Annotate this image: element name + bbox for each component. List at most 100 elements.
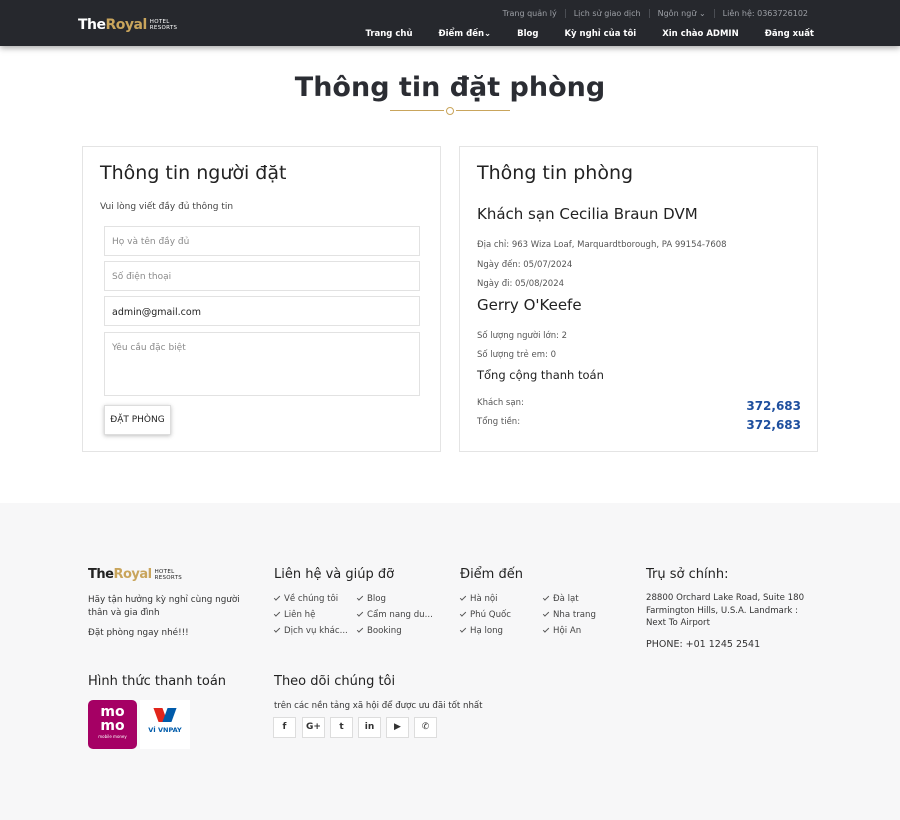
logo-subtitle: HOTEL RESORTS xyxy=(150,19,178,31)
help-link-booking-label: Booking xyxy=(367,626,402,636)
logo-royal: Royal xyxy=(105,17,148,33)
check-icon xyxy=(273,594,281,601)
check-icon xyxy=(542,610,550,617)
check-icon xyxy=(356,610,364,617)
checkin-date: Ngày đến: 05/07/2024 xyxy=(477,260,573,270)
follow-subtitle: trên các nền tảng xã hội để được ưu đãi … xyxy=(274,701,483,711)
main-nav: Trang chủ Điểm đến⌄ Blog Kỳ nghỉ của tôi… xyxy=(339,29,814,39)
topbar-admin-link[interactable]: Trang quản lý xyxy=(495,9,565,18)
check-icon xyxy=(459,594,467,601)
twitter-icon[interactable]: t xyxy=(330,717,353,738)
help-link-guide[interactable]: Cẩm nang du... xyxy=(356,610,433,620)
momo-logo[interactable]: mo mo mobile money xyxy=(88,700,137,749)
room-info-title: Thông tin phòng xyxy=(477,162,634,184)
email-input[interactable]: admin@gmail.com xyxy=(104,296,420,326)
dest-link-hanoi-label: Hà nội xyxy=(470,594,498,604)
help-link-about[interactable]: Về chúng tôi xyxy=(273,594,339,604)
special-request-textarea[interactable]: Yêu cầu đặc biệt xyxy=(104,332,420,396)
nav-my-trips[interactable]: Kỳ nghỉ của tôi xyxy=(564,29,636,39)
help-title: Liên hệ và giúp đỡ xyxy=(274,567,395,582)
help-link-contact[interactable]: Liên hệ xyxy=(273,610,316,620)
adults-count: Số lượng người lớn: 2 xyxy=(477,331,568,341)
linkedin-icon[interactable]: in xyxy=(358,717,381,738)
phone-input[interactable]: Số điện thoại xyxy=(104,261,420,291)
google-plus-icon[interactable]: G+ xyxy=(302,717,325,738)
total-price-label: Tổng tiền: xyxy=(477,417,521,427)
site-logo[interactable]: The Royal HOTEL RESORTS xyxy=(78,17,177,33)
check-icon xyxy=(542,594,550,601)
help-link-services[interactable]: Dịch vụ khác... xyxy=(273,626,348,636)
footer-cta: Đặt phòng ngay nhé!!! xyxy=(88,628,189,638)
vnpay-logo[interactable]: VÍ VNPAY xyxy=(140,700,190,749)
help-link-booking[interactable]: Booking xyxy=(356,626,402,636)
payment-summary-title: Tổng cộng thanh toán xyxy=(477,368,604,382)
hotel-price-amount: 372,683 xyxy=(746,399,801,413)
help-link-contact-label: Liên hệ xyxy=(284,610,316,620)
check-icon xyxy=(356,626,364,633)
title-divider-line-right xyxy=(456,110,510,111)
facebook-icon[interactable]: f xyxy=(273,717,296,738)
youtube-icon[interactable]: ▶ xyxy=(386,717,409,738)
title-divider xyxy=(390,106,510,116)
check-icon xyxy=(459,610,467,617)
footer-logo-subtitle: HOTEL RESORTS xyxy=(155,569,183,581)
dest-link-phuquoc-label: Phú Quốc xyxy=(470,610,512,620)
help-link-blog[interactable]: Blog xyxy=(356,594,386,604)
check-icon xyxy=(459,626,467,633)
momo-logo-sub: mobile money xyxy=(98,734,127,739)
book-room-button[interactable]: ĐẶT PHÒNG xyxy=(104,405,171,435)
title-divider-circle xyxy=(446,107,454,115)
fullname-input[interactable]: Họ và tên đầy đủ xyxy=(104,226,420,256)
headquarters-title: Trụ sở chính: xyxy=(646,567,729,582)
momo-logo-line1: mo xyxy=(100,704,125,720)
nav-home[interactable]: Trang chủ xyxy=(365,29,412,39)
booker-info-card: Thông tin người đặt Vui lòng viết đầy đủ… xyxy=(82,146,441,452)
vnpay-label: VÍ VNPAY xyxy=(148,726,182,734)
topbar-language-dropdown[interactable]: Ngôn ngữ ⌄ xyxy=(648,9,714,18)
topbar-contact-phone[interactable]: Liên hệ: 0363726102 xyxy=(713,9,816,18)
nav-user-greeting[interactable]: Xin chào ADMIN xyxy=(662,29,738,39)
help-link-services-label: Dịch vụ khác... xyxy=(284,626,348,636)
help-link-blog-label: Blog xyxy=(367,594,386,604)
total-price-amount: 372,683 xyxy=(746,418,801,432)
hotel-address: Địa chỉ: 963 Wiza Loaf, Marquardtborough… xyxy=(477,240,727,250)
guest-name: Gerry O'Keefe xyxy=(477,296,582,314)
title-divider-line-left xyxy=(390,110,444,111)
footer-tagline: Hãy tận hưởng kỳ nghỉ cùng người thân và… xyxy=(88,595,240,618)
room-info-card: Thông tin phòng Khách sạn Cecilia Braun … xyxy=(459,146,818,452)
dest-link-phuquoc[interactable]: Phú Quốc xyxy=(459,610,512,620)
nav-logout[interactable]: Đăng xuất xyxy=(765,29,814,39)
help-link-about-label: Về chúng tôi xyxy=(284,594,339,604)
dest-link-dalat-label: Đà lạt xyxy=(553,594,579,604)
top-header: The Royal HOTEL RESORTS Trang quản lý Lị… xyxy=(0,0,900,46)
dest-link-nhatrang-label: Nha trang xyxy=(553,610,596,620)
check-icon xyxy=(273,610,281,617)
hotel-price-label: Khách sạn: xyxy=(477,398,524,408)
dest-link-halong-label: Hạ long xyxy=(470,626,504,636)
nav-destinations[interactable]: Điểm đến⌄ xyxy=(439,29,492,39)
children-count: Số lượng trẻ em: 0 xyxy=(477,350,556,360)
site-footer: The Royal HOTEL RESORTS Hãy tận hưởng kỳ… xyxy=(0,503,900,820)
check-icon xyxy=(542,626,550,633)
momo-logo-line2: mo xyxy=(100,718,125,734)
check-icon xyxy=(356,594,364,601)
dest-link-halong[interactable]: Hạ long xyxy=(459,626,504,636)
dest-link-dalat[interactable]: Đà lạt xyxy=(542,594,579,604)
topbar-history-link[interactable]: Lịch sử giao dịch xyxy=(564,9,649,18)
dest-link-nhatrang[interactable]: Nha trang xyxy=(542,610,596,620)
footer-logo[interactable]: The Royal HOTEL RESORTS xyxy=(88,567,182,582)
dest-link-hoian[interactable]: Hội An xyxy=(542,626,582,636)
headquarters-phone: PHONE: +01 1245 2541 xyxy=(646,639,761,650)
dest-link-hoian-label: Hội An xyxy=(553,626,582,636)
logo-the: The xyxy=(78,17,106,33)
whatsapp-icon[interactable]: ✆ xyxy=(414,717,437,738)
destinations-title: Điểm đến xyxy=(460,567,523,582)
logo-sub-resorts: RESORTS xyxy=(149,25,178,31)
booker-info-title: Thông tin người đặt xyxy=(100,162,287,184)
hotel-name: Khách sạn Cecilia Braun DVM xyxy=(477,205,698,223)
dest-link-hanoi[interactable]: Hà nội xyxy=(459,594,498,604)
follow-title: Theo dõi chúng tôi xyxy=(274,674,396,689)
vnpay-mark-icon xyxy=(153,708,177,724)
nav-blog[interactable]: Blog xyxy=(517,29,538,39)
footer-logo-the: The xyxy=(88,567,114,582)
